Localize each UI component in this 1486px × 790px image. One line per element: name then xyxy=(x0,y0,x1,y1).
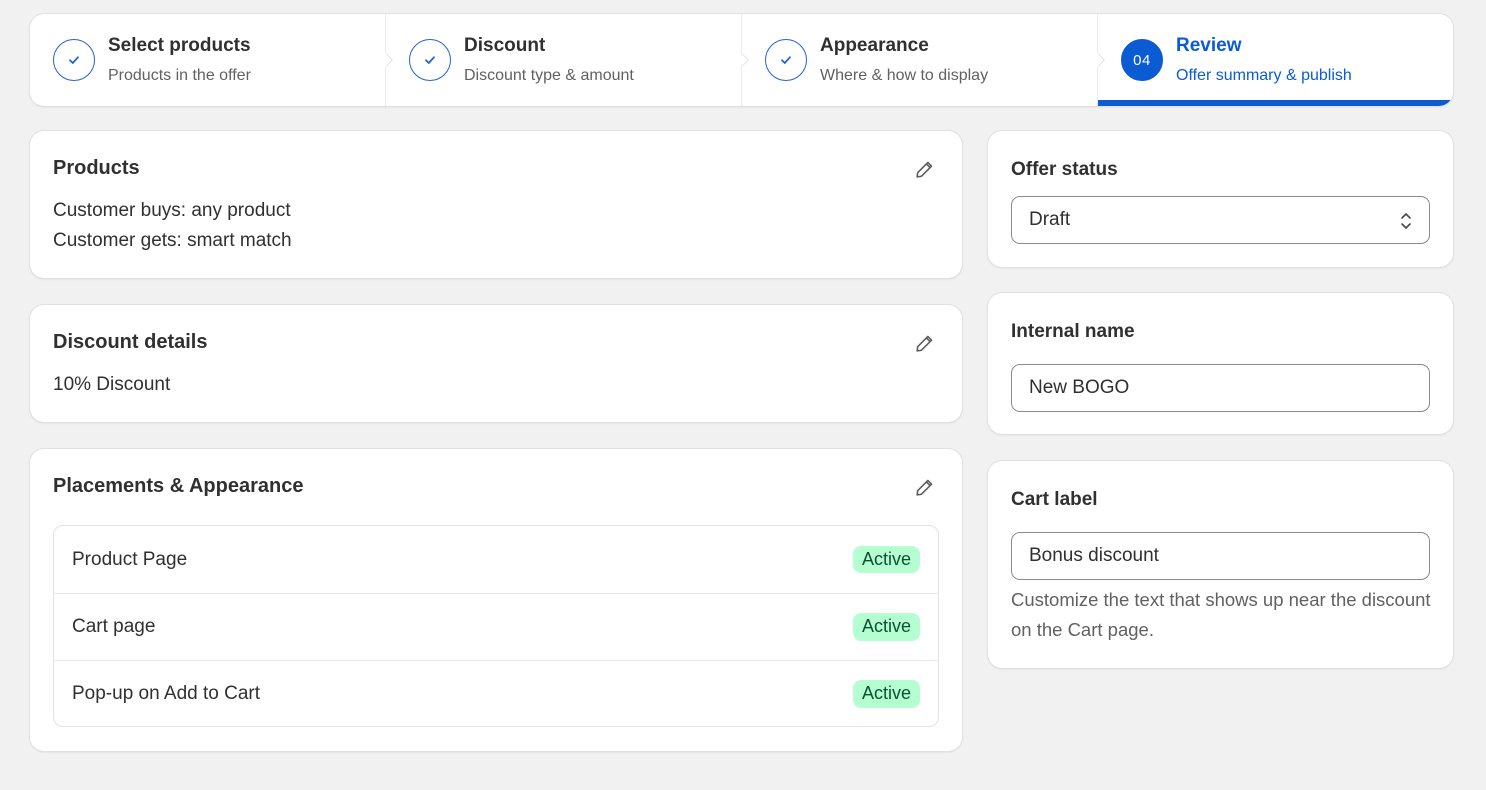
status-badge: Active xyxy=(852,680,920,708)
step-title: Review xyxy=(1176,35,1242,57)
customer-buys-text: Customer buys: any product xyxy=(53,200,291,221)
discount-details-card: Discount details 10% Discount xyxy=(30,305,962,422)
status-badge: Active xyxy=(852,613,920,641)
step-discount[interactable]: Discount Discount type & amount xyxy=(385,14,750,106)
help-text: Customize the text that shows up near th… xyxy=(1011,589,1431,640)
card-title: Internal name xyxy=(1011,321,1135,342)
placements-list: Product Page Active Cart page Active Pop… xyxy=(53,525,939,727)
products-card: Products Customer buys: any product Cust… xyxy=(30,131,962,278)
step-title: Appearance xyxy=(820,35,929,57)
check-icon xyxy=(765,39,807,81)
customer-gets-text: Customer gets: smart match xyxy=(53,230,292,251)
cart-label-card: Cart label Bonus discount Customize the … xyxy=(988,461,1453,668)
card-title: Offer status xyxy=(1011,159,1118,180)
placement-label: Cart page xyxy=(72,616,156,637)
step-title: Discount xyxy=(464,35,546,57)
step-number-badge: 04 xyxy=(1121,39,1163,81)
step-subtitle: Products in the offer xyxy=(108,67,251,85)
step-appearance[interactable]: Appearance Where & how to display xyxy=(741,14,1106,106)
placement-label: Product Page xyxy=(72,548,188,570)
step-title: Select products xyxy=(108,35,251,57)
list-item: Cart page Active xyxy=(54,593,938,660)
step-subtitle: Discount type & amount xyxy=(464,67,634,85)
select-arrows-icon xyxy=(1401,213,1411,229)
edit-icon[interactable] xyxy=(912,157,936,181)
edit-icon[interactable] xyxy=(912,475,936,499)
card-title: Products xyxy=(53,157,140,179)
edit-icon[interactable] xyxy=(912,331,936,355)
active-step-indicator xyxy=(1098,100,1453,106)
card-title: Cart label xyxy=(1011,489,1098,510)
check-icon xyxy=(53,39,95,81)
selected-value: Draft xyxy=(1029,209,1071,230)
status-badge: Active xyxy=(852,545,920,574)
offer-status-select[interactable]: Draft xyxy=(1011,196,1430,244)
cart-label-input[interactable]: Bonus discount xyxy=(1011,532,1430,580)
internal-name-input[interactable]: New BOGO xyxy=(1011,364,1430,412)
step-select-products[interactable]: Select products Products in the offer xyxy=(30,14,394,106)
placement-label: Pop-up on Add to Cart xyxy=(72,683,261,704)
card-title: Placements & Appearance xyxy=(53,475,304,497)
list-item: Product Page Active xyxy=(54,526,938,593)
internal-name-card: Internal name New BOGO xyxy=(988,293,1453,434)
placements-card: Placements & Appearance Product Page Act… xyxy=(30,449,962,751)
step-review[interactable]: 04 Review Offer summary & publish xyxy=(1097,14,1453,106)
progress-stepper: Select products Products in the offer Di… xyxy=(30,14,1453,106)
discount-value: 10% Discount xyxy=(53,374,171,395)
list-item: Pop-up on Add to Cart Active xyxy=(54,660,938,726)
check-icon xyxy=(409,39,451,81)
step-subtitle: Where & how to display xyxy=(820,67,989,85)
step-subtitle: Offer summary & publish xyxy=(1176,67,1352,85)
card-title: Discount details xyxy=(53,331,208,353)
offer-status-card: Offer status Draft xyxy=(988,131,1453,267)
